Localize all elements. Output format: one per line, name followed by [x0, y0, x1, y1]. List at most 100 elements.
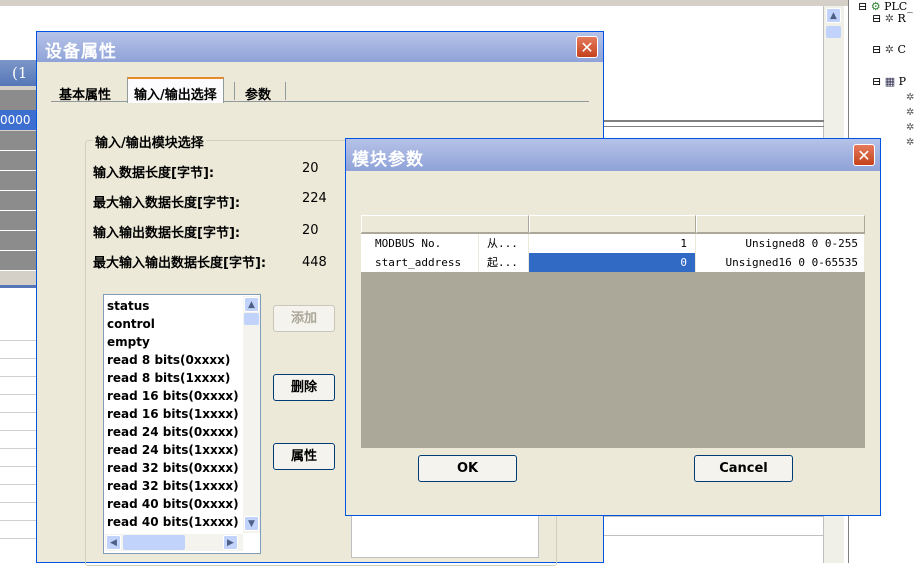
listbox-vertical-scrollbar[interactable]: ▲ ▼	[243, 296, 260, 533]
tree-expander[interactable]: ⊟	[858, 0, 867, 13]
listbox-horizontal-scrollbar[interactable]: ◀ ▶	[105, 534, 243, 551]
background-gridline	[0, 412, 40, 413]
max-io-length-value: 448	[302, 255, 327, 270]
group-title: 输入/输出模块选择	[93, 132, 206, 151]
list-item[interactable]: read 16 bits(0xxxx)	[107, 387, 239, 405]
grid-header-type[interactable]	[696, 215, 865, 233]
tree-subitems: ✲ ✲ ✲ ✲	[906, 92, 915, 148]
background-selected-cell[interactable]: 0000	[0, 110, 40, 130]
list-item[interactable]: control	[107, 315, 155, 333]
tree-item-c[interactable]: ⊟ ✲ C	[872, 43, 906, 56]
tree-expander[interactable]: ⊟	[872, 12, 881, 25]
delete-button[interactable]: 删除	[273, 374, 335, 401]
close-icon[interactable]: ✕	[853, 144, 875, 166]
scroll-right-arrow-icon[interactable]: ▶	[223, 535, 238, 550]
cancel-button[interactable]: Cancel	[694, 455, 793, 482]
background-gridline	[0, 394, 40, 395]
background-gridline	[0, 502, 40, 503]
background-gridline	[0, 538, 40, 539]
properties-button[interactable]: 属性	[273, 443, 335, 470]
table-row[interactable]: start_address 起... 0 Unsigned16 0 0-6553…	[361, 253, 865, 272]
list-item[interactable]: read 8 bits(1xxxx)	[107, 369, 230, 387]
tab-io-selection[interactable]: 输入/输出选择	[127, 77, 224, 103]
list-item[interactable]: read 24 bits(1xxxx)	[107, 441, 239, 459]
tab-separator	[234, 82, 235, 100]
list-item[interactable]: empty	[107, 333, 150, 351]
scroll-thumb[interactable]	[123, 535, 185, 550]
list-item[interactable]: read 24 bits(0xxxx)	[107, 423, 239, 441]
grid-header-name[interactable]	[361, 215, 529, 233]
background-grid-header	[0, 90, 40, 110]
list-item[interactable]: status	[107, 297, 149, 315]
bus-icon: ▦	[884, 75, 896, 88]
background-window-titlebar: (1	[0, 60, 40, 86]
network-icon: ✲	[884, 12, 894, 25]
scroll-up-arrow-icon[interactable]: ▲	[244, 297, 259, 312]
list-item[interactable]: read 40 bits(0xxxx)	[107, 495, 239, 513]
grid-header-value[interactable]	[529, 215, 696, 233]
background-toolbar	[0, 0, 918, 6]
list-item[interactable]: read 8 bits(0xxxx)	[107, 351, 230, 369]
background-gridline	[0, 376, 40, 377]
tree-item-label: C	[897, 43, 906, 56]
list-item[interactable]: read 40 bits(1xxxx)	[107, 513, 239, 531]
max-io-length-label: 最大输入输出数据长度[字节]:	[93, 256, 267, 271]
background-grid-row	[0, 251, 40, 271]
scroll-up-arrow-icon[interactable]: ▲	[826, 8, 841, 23]
dialog-title: 设备属性	[45, 42, 117, 62]
param-name: start_address	[361, 253, 479, 272]
param-desc: 从...	[479, 234, 529, 253]
scroll-left-arrow-icon[interactable]: ◀	[106, 535, 121, 550]
background-table-area	[0, 315, 40, 588]
background-gridline	[0, 520, 40, 521]
param-value[interactable]: 0	[529, 253, 696, 272]
ok-button[interactable]: OK	[418, 455, 517, 482]
input-length-value: 20	[302, 161, 319, 176]
dialog-titlebar[interactable]: 设备属性 ✕	[37, 32, 603, 62]
background-gridline	[0, 340, 40, 341]
dialog-titlebar[interactable]: 模块参数 ✕	[346, 139, 880, 171]
scroll-down-arrow-icon[interactable]: ▼	[244, 516, 259, 531]
param-name: MODBUS No.	[361, 234, 479, 253]
add-button[interactable]: 添加	[273, 305, 335, 332]
list-item[interactable]: read 16 bits(1xxxx)	[107, 405, 239, 423]
tab-parameters[interactable]: 参数	[239, 80, 277, 103]
tree-expander[interactable]: ⊟	[872, 75, 881, 88]
tab-basic-properties[interactable]: 基本属性	[53, 80, 117, 103]
tree-expander[interactable]: ⊟	[872, 43, 881, 56]
list-item[interactable]: read 32 bits(0xxxx)	[107, 459, 239, 477]
param-value[interactable]: 1	[529, 234, 696, 253]
tree-item-label: R	[897, 12, 906, 25]
tab-separator	[285, 82, 286, 100]
scroll-thumb[interactable]	[826, 26, 841, 38]
close-icon[interactable]: ✕	[576, 36, 598, 58]
max-input-length-label: 最大输入数据长度[字节]:	[93, 196, 241, 211]
background-window-title: (1	[12, 64, 28, 82]
background-gridline	[0, 358, 40, 359]
io-length-label: 输入输出数据长度[字节]:	[93, 226, 241, 241]
background-gridline	[0, 448, 40, 449]
background-grid-row	[0, 171, 40, 191]
tree-item-r[interactable]: ⊟ ✲ R	[872, 12, 906, 25]
max-input-length-value: 224	[302, 191, 327, 206]
background-gridline	[0, 484, 40, 485]
background-gridline	[0, 430, 40, 431]
background-gridline	[604, 516, 824, 517]
background-grid-row	[0, 191, 40, 211]
table-row[interactable]: MODBUS No. 从... 1 Unsigned8 0 0-255	[361, 234, 865, 253]
background-bus-line	[604, 120, 824, 127]
module-parameters-dialog: 模块参数 ✕ MODBUS No. 从... 1 Unsigned8 0 0-2…	[345, 138, 881, 516]
background-grid-row	[0, 231, 40, 251]
parameter-grid: MODBUS No. 从... 1 Unsigned8 0 0-255 star…	[361, 215, 865, 448]
background-grid-row	[0, 211, 40, 231]
background-grid-row	[0, 151, 40, 171]
input-length-label: 输入数据长度[字节]:	[93, 166, 215, 181]
module-listbox[interactable]: status control empty read 8 bits(0xxxx) …	[103, 294, 261, 554]
tree-item-label: P	[898, 75, 907, 88]
scroll-thumb[interactable]	[244, 313, 259, 325]
io-length-value: 20	[302, 223, 319, 238]
list-item[interactable]: read 32 bits(1xxxx)	[107, 477, 239, 495]
background-gridline	[604, 535, 824, 536]
network-icon: ✲	[884, 43, 894, 56]
tree-item-p[interactable]: ⊟ ▦ P	[872, 75, 906, 88]
